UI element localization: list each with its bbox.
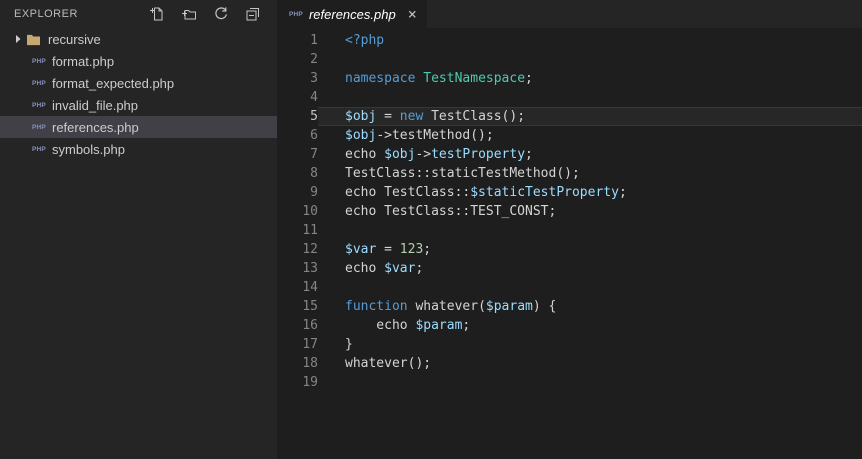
line-content: $var = 123; — [345, 242, 432, 257]
folder-icon — [26, 31, 42, 47]
tree-item-format-php[interactable]: PHP format.php — [0, 50, 277, 72]
line-number: 12 — [302, 242, 318, 257]
line-number: 13 — [302, 261, 318, 276]
code-line-9[interactable]: 9 echo TestClass::$staticTestProperty; — [277, 183, 862, 202]
code-line-10[interactable]: 10 echo TestClass::TEST_CONST; — [277, 202, 862, 221]
line-content: $obj->testMethod(); — [345, 128, 494, 143]
line-number: 10 — [302, 204, 318, 219]
code-line-1[interactable]: 1 <?php — [277, 31, 862, 50]
line-content: } — [345, 337, 353, 352]
php-file-icon: PHP — [32, 57, 46, 65]
code-line-19[interactable]: 19 — [277, 373, 862, 392]
code-line-3[interactable]: 3 namespace TestNamespace; — [277, 69, 862, 88]
refresh-icon — [215, 7, 227, 20]
line-content — [318, 50, 862, 69]
code-line-12[interactable]: 12 $var = 123; — [277, 240, 862, 259]
code-line-15[interactable]: 15 function whatever($param) { — [277, 297, 862, 316]
line-number: 2 — [310, 52, 318, 67]
line-content: echo $obj->testProperty; — [345, 147, 533, 162]
line-content: echo TestClass::TEST_CONST; — [345, 204, 557, 219]
code-line-18[interactable]: 18 whatever(); — [277, 354, 862, 373]
php-file-icon: PHP — [289, 10, 303, 18]
file-tree: recursive PHP format.php PHP format_expe… — [0, 28, 277, 160]
line-number: 15 — [302, 299, 318, 314]
line-content — [318, 221, 862, 240]
line-number: 14 — [302, 280, 318, 295]
explorer-sidebar: EXPLORER recursive PHP format.php PHP fo… — [0, 0, 277, 459]
line-content: echo $var; — [345, 261, 424, 276]
line-number: 6 — [310, 128, 318, 143]
line-number: 9 — [310, 185, 318, 200]
line-content: whatever(); — [345, 356, 432, 371]
line-number: 1 — [310, 33, 318, 48]
new-file-button[interactable] — [149, 6, 165, 22]
tab-bar: PHP references.php × — [277, 0, 862, 28]
explorer-title: EXPLORER — [14, 8, 78, 20]
tree-item-references-php[interactable]: PHP references.php — [0, 116, 277, 138]
code-line-16[interactable]: 16 echo $param; — [277, 316, 862, 335]
explorer-header: EXPLORER — [0, 0, 277, 28]
line-number: 4 — [310, 90, 318, 105]
line-number: 16 — [302, 318, 318, 333]
tree-item-label: references.php — [52, 119, 139, 135]
tree-item-recursive[interactable]: recursive — [0, 28, 277, 50]
line-content: function whatever($param) { — [345, 299, 557, 314]
code-line-17[interactable]: 17} — [277, 335, 862, 354]
tab-label: references.php — [308, 6, 396, 22]
new-file-icon — [150, 7, 163, 21]
tree-item-label: recursive — [48, 31, 101, 47]
tree-item-invalid-file-php[interactable]: PHP invalid_file.php — [0, 94, 277, 116]
code-line-14[interactable]: 14 — [277, 278, 862, 297]
code-editor[interactable]: 1 <?php 2 3 namespace TestNamespace; 4 5 $obj =… — [277, 28, 862, 459]
line-content: namespace TestNamespace; — [345, 71, 533, 86]
line-content: TestClass::staticTestMethod(); — [345, 166, 580, 181]
close-tab-icon[interactable]: × — [408, 6, 417, 22]
line-content: <?php — [345, 33, 385, 48]
line-number: 17 — [302, 337, 318, 352]
line-number: 19 — [302, 375, 318, 390]
vscode-window: EXPLORER recursive PHP format.php PHP fo… — [0, 0, 862, 459]
line-content — [318, 373, 862, 392]
explorer-toolbar — [149, 6, 261, 22]
code-line-13[interactable]: 13 echo $var; — [277, 259, 862, 278]
line-number: 18 — [302, 356, 318, 371]
tree-item-label: format.php — [52, 53, 115, 69]
php-file-icon: PHP — [32, 123, 46, 131]
code-line-4[interactable]: 4 — [277, 88, 862, 107]
tree-item-label: format_expected.php — [52, 75, 175, 91]
collapse-folders-button[interactable] — [245, 6, 261, 22]
tree-item-symbols-php[interactable]: PHP symbols.php — [0, 138, 277, 160]
php-file-icon: PHP — [32, 79, 46, 87]
refresh-explorer-button[interactable] — [213, 6, 229, 22]
code-line-5[interactable]: 5 $obj = new TestClass(); — [277, 107, 862, 126]
code-line-8[interactable]: 8 TestClass::staticTestMethod(); — [277, 164, 862, 183]
line-content: echo TestClass::$staticTestProperty; — [345, 185, 627, 200]
tree-item-label: symbols.php — [52, 141, 125, 157]
code-line-7[interactable]: 7 echo $obj->testProperty; — [277, 145, 862, 164]
line-number: 7 — [310, 147, 318, 162]
tab-references-php[interactable]: PHP references.php × — [277, 0, 427, 28]
tree-item-label: invalid_file.php — [52, 97, 139, 113]
code-line-6[interactable]: 6 $obj->testMethod(); — [277, 126, 862, 145]
tree-item-format-expected-php[interactable]: PHP format_expected.php — [0, 72, 277, 94]
php-file-icon: PHP — [32, 145, 46, 153]
line-number: 11 — [302, 223, 318, 238]
editor-group: PHP references.php × 1 <?php 2 3 namespace T… — [277, 0, 862, 459]
line-number: 3 — [310, 71, 318, 86]
collapse-all-icon — [246, 8, 259, 21]
line-number: 5 — [310, 109, 318, 124]
line-content — [318, 278, 862, 297]
chevron-right-icon — [10, 31, 26, 47]
new-folder-icon — [182, 10, 196, 20]
line-content: echo $param; — [345, 318, 471, 333]
php-file-icon: PHP — [32, 101, 46, 109]
code-line-2[interactable]: 2 — [277, 50, 862, 69]
new-folder-button[interactable] — [181, 6, 197, 22]
line-content: $obj = new TestClass(); — [318, 107, 862, 126]
line-content — [318, 88, 862, 107]
code-line-11[interactable]: 11 — [277, 221, 862, 240]
line-number: 8 — [310, 166, 318, 181]
